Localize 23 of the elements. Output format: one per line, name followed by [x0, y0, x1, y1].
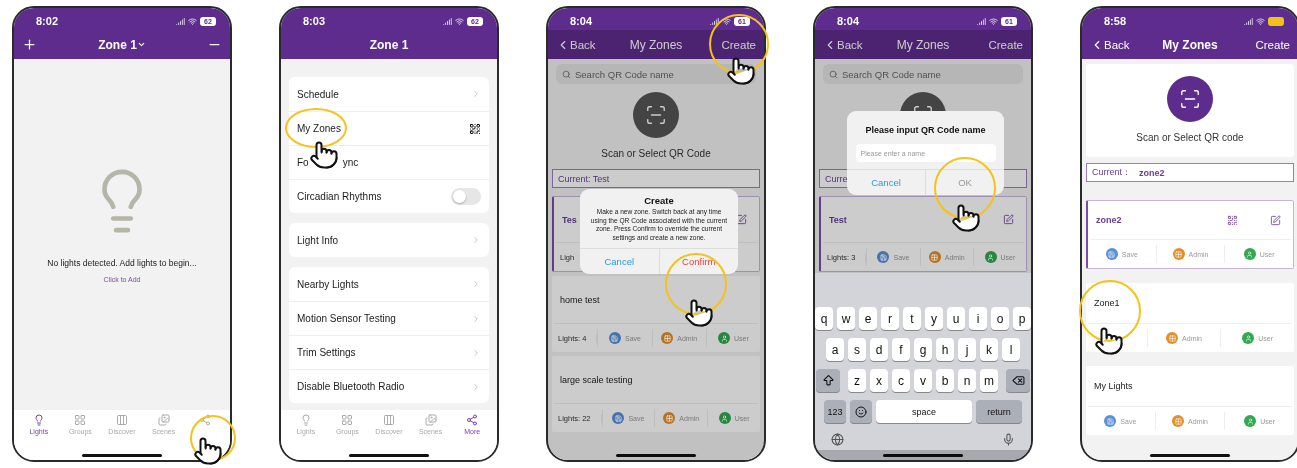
status-time: 8:58: [1104, 15, 1127, 27]
zone-name: home test: [560, 294, 600, 305]
zone-name: zone2: [1096, 215, 1122, 225]
dialog-title: Create: [644, 195, 674, 206]
status-time: 8:02: [36, 15, 59, 27]
zone-name: Test: [829, 214, 847, 225]
status-time: 8:04: [837, 15, 860, 27]
status-time: 8:04: [570, 15, 593, 27]
current-zone-field: Current： zone2: [1086, 163, 1294, 182]
status-time: 8:03: [303, 15, 326, 27]
zone-name: My Lights: [1094, 381, 1133, 391]
current-zone-field: Current: Test: [552, 169, 760, 188]
screen-title: My Zones: [896, 37, 950, 52]
dialog-title: Please input QR Code name: [865, 125, 986, 135]
zone-name: Tes: [562, 214, 577, 225]
empty-message: No lights detected. Add lights to begin...: [47, 258, 197, 268]
screen-title: My Zones: [629, 37, 683, 52]
screen-title: My Zones: [1162, 37, 1218, 52]
scan-label: Scan or Select QR code: [1136, 132, 1244, 143]
scan-label: Scan or Select QR Code: [601, 148, 711, 159]
zone-name: large scale testing: [560, 374, 633, 385]
screen-title: Zone 1: [369, 37, 409, 52]
zone-name: Zone1: [1094, 298, 1120, 308]
